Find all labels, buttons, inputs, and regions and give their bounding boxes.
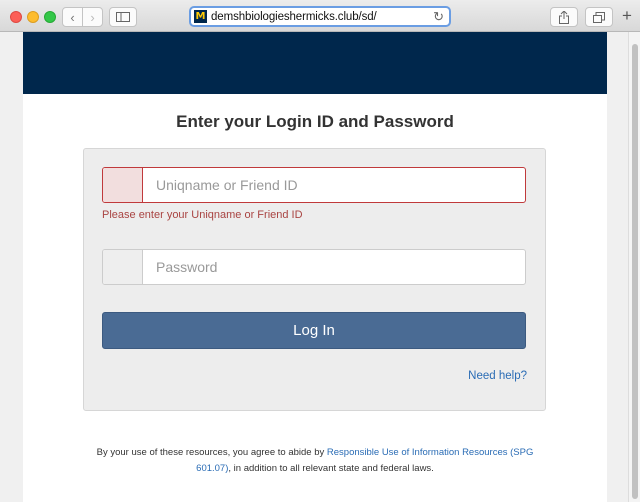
username-addon xyxy=(103,168,143,202)
site-favicon-icon: M xyxy=(194,10,207,23)
login-button[interactable]: Log In xyxy=(102,312,526,349)
forward-button[interactable]: › xyxy=(82,7,103,27)
page-title: Enter your Login ID and Password xyxy=(176,112,454,131)
share-button[interactable] xyxy=(550,7,578,27)
username-input[interactable] xyxy=(144,168,525,202)
footer-text-before: By your use of these resources, you agre… xyxy=(96,447,327,458)
page-viewport: Enter your Login ID and Password Please … xyxy=(0,32,628,502)
back-button[interactable]: ‹ xyxy=(62,7,83,27)
minimize-window-button[interactable] xyxy=(27,11,39,23)
sidebar-icon xyxy=(116,12,130,22)
share-icon xyxy=(559,10,569,24)
username-field xyxy=(102,167,526,203)
reload-icon[interactable]: ↻ xyxy=(433,9,444,25)
tabs-icon xyxy=(593,11,605,23)
footer-text-after: , in addition to all relevant state and … xyxy=(228,463,434,474)
need-help-link[interactable]: Need help? xyxy=(468,370,527,382)
close-window-button[interactable] xyxy=(10,11,22,23)
chevron-right-icon: › xyxy=(90,9,95,25)
password-addon xyxy=(103,250,143,284)
password-input[interactable] xyxy=(144,250,525,284)
show-tabs-button[interactable] xyxy=(585,7,613,27)
url-text: demshbiologieshermicks.club/sd/ xyxy=(211,10,377,23)
login-page: Enter your Login ID and Password Please … xyxy=(23,32,607,502)
password-field xyxy=(102,249,526,285)
scrollbar-thumb[interactable] xyxy=(632,44,638,499)
site-header-bar xyxy=(23,32,607,94)
login-panel: Please enter your Uniqname or Friend ID … xyxy=(83,148,546,411)
chevron-left-icon: ‹ xyxy=(70,9,75,25)
maximize-window-button[interactable] xyxy=(44,11,56,23)
new-tab-button[interactable]: + xyxy=(622,6,632,26)
footer-notice: By your use of these resources, you agre… xyxy=(93,445,537,477)
username-error-message: Please enter your Uniqname or Friend ID xyxy=(102,209,303,221)
page-scrollbar[interactable] xyxy=(628,32,640,502)
sidebar-toggle-button[interactable] xyxy=(109,7,137,27)
browser-toolbar: ‹ › M demshbiologieshermicks.club/sd/ ↻ … xyxy=(0,0,640,32)
address-bar[interactable]: M demshbiologieshermicks.club/sd/ ↻ xyxy=(189,6,451,27)
